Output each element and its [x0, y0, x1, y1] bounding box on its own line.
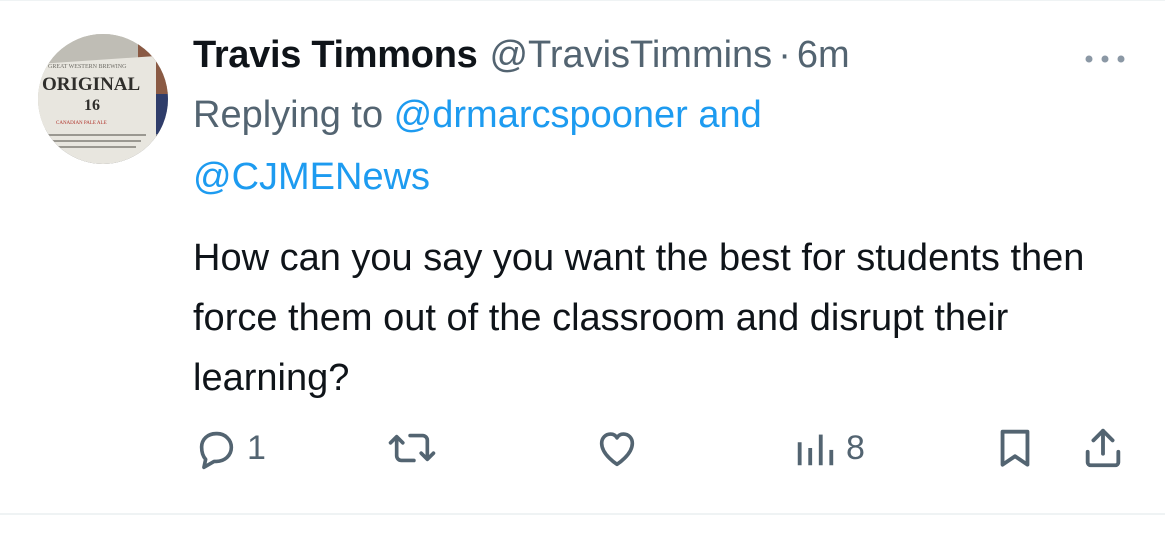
reply-count: 1 — [247, 428, 266, 467]
mention-link-1[interactable]: @drmarcspooner — [394, 94, 688, 136]
display-name[interactable]: Travis Timmons — [193, 34, 478, 77]
share-upload-icon — [1085, 428, 1121, 468]
action-bar: 1 8 — [0, 420, 1165, 480]
retweet-button[interactable] — [386, 420, 446, 476]
avatar-sub-text: CANADIAN PALE ALE — [56, 121, 107, 126]
tweet-page: GREAT WESTERN BREWING ORIGINAL 16 CANADI… — [0, 0, 1165, 542]
user-handle[interactable]: @TravisTimmins — [489, 34, 772, 77]
more-options-button[interactable] — [1080, 44, 1130, 74]
separator-dot: · — [778, 34, 791, 76]
bottom-divider — [0, 513, 1165, 515]
heart-icon — [599, 432, 635, 467]
tweet-body: Travis Timmons @TravisTimmins · 6m Reply… — [193, 34, 1133, 408]
tweet-header: Travis Timmons @TravisTimmins · 6m — [193, 34, 1133, 84]
reply-bubble-icon — [199, 431, 234, 470]
views-bar-icon — [797, 434, 834, 466]
bookmark-icon — [1000, 429, 1030, 467]
like-button[interactable] — [594, 420, 648, 476]
tweet-text: How can you say you want the best for st… — [193, 237, 1085, 399]
more-horizontal-icon — [1085, 55, 1125, 63]
retweet-icon — [388, 433, 436, 463]
views-button[interactable]: 8 — [792, 420, 865, 476]
views-count: 8 — [846, 428, 865, 467]
top-divider — [0, 0, 1165, 1]
replying-prefix: Replying to — [193, 94, 394, 136]
avatar-image: GREAT WESTERN BREWING ORIGINAL 16 CANADI… — [38, 34, 168, 164]
timestamp[interactable]: 6m — [797, 34, 850, 77]
avatar-number-text: 16 — [84, 97, 100, 114]
replying-to: Replying to @drmarcspooner and @CJMENews — [193, 84, 953, 208]
reply-button[interactable]: 1 — [193, 420, 266, 476]
share-button[interactable] — [1080, 420, 1126, 476]
avatar-brand-text: ORIGINAL — [42, 74, 140, 95]
mention-link-2[interactable]: @CJMENews — [193, 156, 430, 198]
avatar-top-text: GREAT WESTERN BREWING — [48, 64, 127, 70]
avatar[interactable]: GREAT WESTERN BREWING ORIGINAL 16 CANADI… — [38, 34, 168, 164]
bookmark-button[interactable] — [992, 420, 1038, 476]
mention-joiner: and — [687, 94, 762, 136]
